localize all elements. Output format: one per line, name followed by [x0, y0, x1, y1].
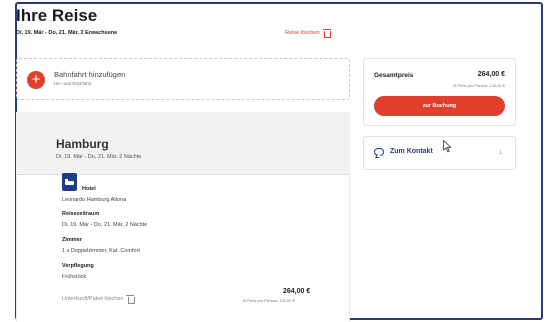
remove-stay-button[interactable]: Unterkunft/Paket löschen	[62, 294, 135, 304]
period-label: Reisezeitraum	[62, 211, 100, 217]
hotel-bed-icon	[62, 173, 77, 191]
delete-trip-label: Reise löschen	[285, 29, 320, 36]
board-value: Frühstück	[62, 274, 87, 280]
arrow-down-icon: ↓	[498, 146, 504, 156]
stay-dates: Di, 19. Mär - Do, 21. Mär, 2 Nächte	[56, 154, 142, 160]
mouse-pointer-icon	[443, 140, 452, 153]
room-value: 1 x Doppelzimmer, Kat. Comfort	[62, 248, 140, 254]
board-label: Verpflegung	[62, 263, 94, 269]
stay-city: Hamburg	[56, 137, 109, 151]
chat-bubble-icon	[374, 148, 384, 156]
add-train-sublabel: Hin- und Rückfahrt	[54, 81, 92, 86]
page-title: Ihre Reise	[16, 6, 98, 25]
stay-type-label: Hotel	[82, 186, 96, 192]
remove-stay-label: Unterkunft/Paket löschen	[62, 295, 124, 302]
price-summary: Gesamtpreis 264,00 € Ø Preis pro Person:…	[363, 58, 516, 126]
total-price: 264,00 €	[477, 71, 505, 78]
trash-icon	[126, 294, 135, 304]
contact-button[interactable]: Zum Kontakt ↓	[363, 136, 516, 170]
period-value: Di, 19. Mär - Do, 21. Mär, 2 Nächte	[62, 222, 148, 228]
trip-subtitle: Di, 19. Mär - Do, 21. Mär, 2 Erwachsene	[16, 30, 118, 36]
add-train-button[interactable]: + Bahnfahrt hinzufügen Hin- und Rückfahr…	[16, 58, 350, 100]
stay-price-per-person: Ø Preis pro Person: 132,00 €	[243, 298, 295, 303]
contact-label: Zum Kontakt	[390, 148, 433, 155]
stay-card-header: Hamburg Di, 19. Mär - Do, 21. Mär, 2 Näc…	[16, 112, 350, 174]
stay-price: 264,00 €	[283, 288, 311, 295]
book-button[interactable]: zur Buchung	[374, 96, 505, 116]
trash-icon	[322, 28, 332, 38]
total-per-person: Ø Preis pro Person: 132,00 €	[453, 83, 505, 88]
room-label: Zimmer	[62, 237, 82, 243]
plus-icon: +	[27, 71, 45, 89]
add-train-label: Bahnfahrt hinzufügen	[54, 70, 126, 79]
delete-trip-button[interactable]: Reise löschen	[285, 28, 332, 38]
hotel-name: Leonardo Hamburg Altona	[62, 197, 127, 203]
total-label: Gesamtpreis	[374, 72, 414, 79]
